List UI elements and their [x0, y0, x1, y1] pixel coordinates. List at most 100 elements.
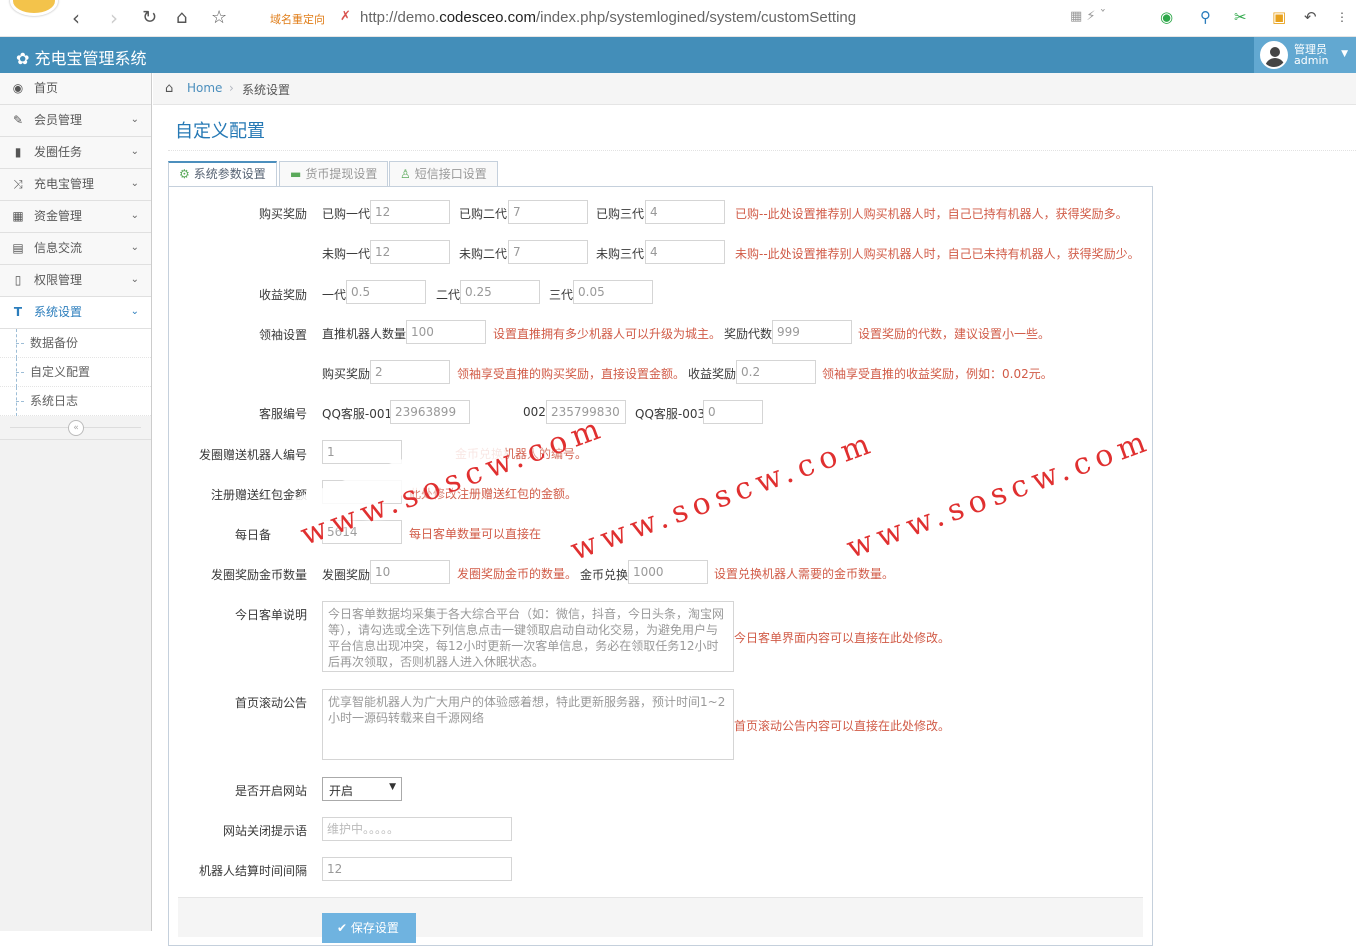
leader-income-hint: 领袖享受直推的收益奖励，例如：0.02元。 — [822, 367, 1053, 381]
app-title[interactable]: ✿ 充电宝管理系统 — [16, 45, 147, 69]
bought3-label: 已购三代 — [596, 207, 645, 221]
coin-reward-input[interactable]: 10 — [370, 560, 450, 584]
sidebar-subitem-backup[interactable]: 数据备份 — [0, 329, 151, 358]
credit-card-icon: ▬ — [290, 167, 302, 181]
save-button[interactable]: ✔ 保存设置 — [322, 913, 416, 943]
user-menu[interactable]: 管理员 admin ▼ — [1254, 37, 1356, 73]
sidebar-item-label: 信息交流 — [34, 241, 83, 255]
direct-label: 直推机器人数量 — [322, 327, 407, 341]
unbought1-label: 未购一代 — [322, 247, 371, 261]
shuffle-icon: ⤨ — [13, 177, 23, 191]
sidebar-item-permissions[interactable]: ▯ 权限管理 ⌄ — [0, 265, 151, 297]
sidebar: ◉ 首页 ✎ 会员管理 ⌄ ▮ 发圈任务 ⌄ ⤨ 充电宝管理 ⌄ ▦ 资金管理 ⌄ ▤ 信息交流 ⌄ … — [0, 73, 152, 931]
buy-reward-label: 购买奖励 — [258, 207, 307, 221]
cogs-icon: ⚙ — [179, 167, 190, 181]
notice-hint: 首页滚动公告内容可以直接在此处修改。 — [734, 719, 951, 733]
file-icon: ▯ — [14, 273, 22, 287]
sidebar-item-label: 权限管理 — [34, 273, 83, 287]
bookmark-star-icon[interactable]: ☆ — [211, 7, 227, 29]
qq2-label: 002 — [523, 405, 546, 419]
search-icon[interactable]: ⚲ — [1200, 8, 1211, 26]
undo-icon[interactable]: ↶ — [1304, 8, 1317, 26]
coin-exchange-hint: 设置兑换机器人需要的金币数量。 — [714, 567, 895, 581]
back-icon[interactable]: ‹ — [72, 7, 80, 29]
unbought1-input[interactable]: 12 — [370, 240, 450, 264]
bought3-input[interactable]: 4 — [645, 200, 725, 224]
bought2-input[interactable]: 7 — [508, 200, 588, 224]
sidebar-item-settings[interactable]: T 系统设置 ⌄ — [0, 297, 151, 329]
direct-hint: 设置直推拥有多少机器人可以升级为城主。 — [493, 327, 722, 341]
leaf-icon: ✿ — [16, 49, 35, 68]
leader-buy-input[interactable]: 2 — [370, 360, 450, 384]
home-icon: ⌂ — [165, 81, 174, 96]
tab-label: 货币提现设置 — [305, 167, 378, 181]
tab-withdraw[interactable]: ▬ 货币提现设置 — [279, 161, 389, 187]
income-g1-label: 一代 — [322, 288, 347, 302]
caret-down-icon: ▼ — [389, 782, 396, 792]
coin-exchange-input[interactable]: 1000 — [628, 560, 708, 584]
sidebar-item-messages[interactable]: ▤ 信息交流 ⌄ — [0, 233, 151, 265]
service-label: 客服编号 — [258, 407, 307, 421]
sidebar-item-funds[interactable]: ▦ 资金管理 ⌄ — [0, 201, 151, 233]
tab-label: 短信接口设置 — [414, 167, 487, 181]
gift-robot-input[interactable]: 1 — [322, 440, 402, 464]
site-open-value: 开启 — [329, 784, 354, 798]
unbought2-input[interactable]: 7 — [508, 240, 588, 264]
leader-income-input[interactable]: 0.2 — [736, 360, 816, 384]
url-domain: codesceo.com — [439, 9, 536, 26]
translate-icon[interactable]: ◉ — [1160, 8, 1173, 26]
income-g1-input[interactable]: 0.5 — [346, 280, 426, 304]
daily-label: 每日备 — [234, 528, 271, 542]
sidebar-collapse[interactable]: « — [0, 416, 151, 440]
reload-icon[interactable]: ↻ — [142, 7, 157, 29]
close-tip-input[interactable]: 维护中。。。。。 — [322, 817, 512, 841]
app-title-text: 充电宝管理系统 — [34, 49, 147, 68]
direct-input[interactable]: 100 — [406, 320, 486, 344]
edit-icon: ✎ — [12, 113, 24, 127]
sidebar-item-powerbank[interactable]: ⤨ 充电宝管理 ⌄ — [0, 169, 151, 201]
sidebar-item-home[interactable]: ◉ 首页 — [0, 73, 151, 105]
chevron-down-icon: ⌄ — [130, 178, 139, 189]
settle-input[interactable]: 12 — [322, 857, 512, 881]
qq3-input[interactable]: 0 — [703, 400, 763, 424]
qq1-input[interactable]: 23963899 — [390, 400, 470, 424]
check-icon: ✔ — [337, 921, 351, 935]
dashboard-icon: ◉ — [12, 81, 24, 95]
income-reward-label: 收益奖励 — [258, 288, 307, 302]
apps-icon[interactable]: ▣ — [1272, 8, 1286, 26]
gen-hint: 设置奖励的代数，建议设置小一些。 — [858, 327, 1051, 341]
scissors-icon[interactable]: ✂ — [1234, 8, 1247, 26]
tab-sms[interactable]: ♙ 短信接口设置 — [389, 161, 498, 187]
coin-exchange-label: 金币兑换 — [580, 568, 629, 582]
site-open-select[interactable]: 开启 ▼ — [322, 777, 402, 801]
coins-label: 发圈奖励金币数量 — [210, 568, 307, 582]
qr-icon[interactable]: ▦ ⚡ ˇ — [1070, 9, 1106, 24]
menu-icon[interactable]: ⋮ — [1336, 10, 1348, 24]
sidebar-subitem-system-log[interactable]: 系统日志 — [0, 387, 151, 416]
home-icon[interactable]: ⌂ — [176, 7, 187, 29]
unbought3-input[interactable]: 4 — [645, 240, 725, 264]
address-bar[interactable]: http://demo.codesceo.com/index.php/syste… — [360, 9, 856, 26]
gen-input[interactable]: 999 — [772, 320, 852, 344]
today-desc-textarea[interactable]: 今日客单数据均采集于各大综合平台（如：微信，抖音，今日头条，淘宝网等），请勾选或… — [322, 601, 734, 672]
forward-icon[interactable]: › — [110, 7, 118, 29]
sidebar-item-tasks[interactable]: ▮ 发圈任务 ⌄ — [0, 137, 151, 169]
sidebar-item-label: 充电宝管理 — [34, 177, 95, 191]
daily-hint: 每日客单数量可以直接在 — [409, 527, 542, 541]
sidebar-subitem-custom-config[interactable]: 自定义配置 — [0, 358, 151, 387]
income-g2-input[interactable]: 0.25 — [460, 280, 540, 304]
notice-textarea[interactable]: 优享智能机器人为广大用户的体验感着想，特此更新服务器，预计时间1~2小时一源码转… — [322, 689, 734, 760]
page-title: 自定义配置 — [175, 121, 265, 142]
gift-robot-label: 发圈赠送机器人编号 — [198, 448, 307, 462]
breadcrumb-home-link[interactable]: Home — [187, 81, 222, 95]
unbought-hint: 未购--此处设置推荐别人购买机器人时，自己已未持有机器人，获得奖励少。 — [735, 247, 1140, 261]
settle-label: 机器人结算时间间隔 — [198, 864, 307, 878]
leader-buy-label: 购买奖励 — [322, 367, 371, 381]
bought1-label: 已购一代 — [322, 207, 371, 221]
bought1-input[interactable]: 12 — [370, 200, 450, 224]
sidebar-item-members[interactable]: ✎ 会员管理 ⌄ — [0, 105, 151, 137]
tab-system-params[interactable]: ⚙ 系统参数设置 — [168, 161, 277, 187]
text-icon: T — [13, 305, 23, 319]
save-button-label: 保存设置 — [350, 921, 399, 935]
income-g3-input[interactable]: 0.05 — [573, 280, 653, 304]
